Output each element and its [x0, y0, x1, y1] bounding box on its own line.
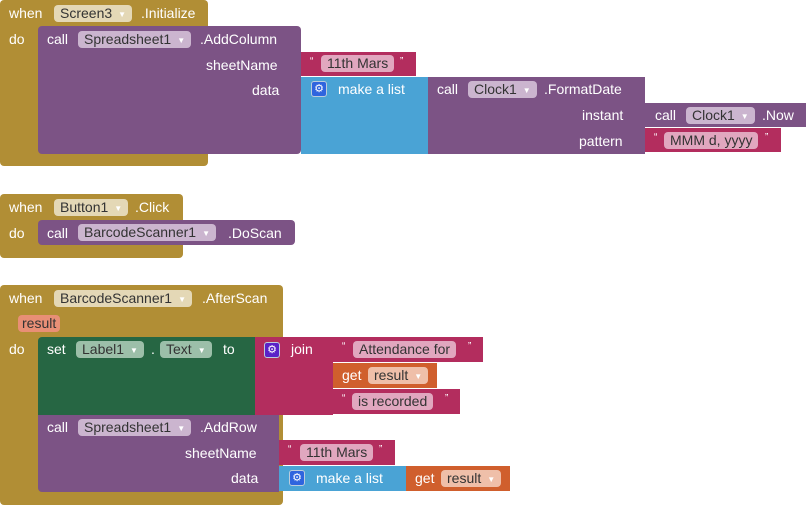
component-dropdown-barcodescanner1[interactable]: BarcodeScanner1 ▼	[54, 290, 192, 307]
param-label-instant: instant	[582, 107, 624, 123]
property-dropdown-text[interactable]: Text ▼	[160, 341, 212, 358]
when-label: when	[9, 199, 43, 215]
do-label: do	[9, 225, 25, 241]
method-name: .Now	[762, 107, 794, 123]
chevron-down-icon: ▼	[414, 372, 423, 381]
chevron-down-icon: ▼	[487, 475, 496, 484]
method-name: .FormatDate	[544, 81, 622, 97]
chevron-down-icon: ▼	[177, 36, 186, 45]
event-name: .Initialize	[141, 5, 196, 21]
join-label: join	[291, 341, 313, 357]
chevron-down-icon: ▼	[178, 295, 186, 304]
component-dropdown-clock1[interactable]: Clock1 ▼	[686, 107, 755, 124]
get-label: get	[342, 367, 362, 383]
open-quote-icon: “	[342, 393, 346, 404]
method-name: .AddColumn	[200, 31, 278, 47]
component-dropdown-barcodescanner1[interactable]: BarcodeScanner1 ▼	[78, 224, 216, 241]
text-block-is-recorded[interactable]: “ is recorded ”	[333, 389, 460, 414]
open-quote-icon: “	[342, 341, 346, 352]
call-block-clock-now[interactable]: call Clock1 ▼ .Now	[645, 103, 806, 127]
do-label: do	[9, 341, 25, 357]
chevron-down-icon: ▼	[114, 204, 123, 213]
text-block-sheetname[interactable]: “ 11th Mars ”	[279, 440, 395, 465]
chevron-down-icon: ▼	[118, 10, 127, 19]
call-block-addcolumn[interactable]: call Spreadsheet1 ▼ .AddColumn sheetName …	[38, 26, 301, 154]
param-label-pattern: pattern	[579, 133, 623, 149]
call-block-addrow[interactable]: call Spreadsheet1 ▼ .AddRow sheetName dat…	[38, 415, 279, 492]
component-dropdown-screen3[interactable]: Screen3 ▼	[54, 5, 133, 22]
open-quote-icon: “	[654, 132, 658, 143]
gear-icon[interactable]: ⚙	[264, 342, 280, 358]
make-list-label: make a list	[338, 81, 405, 97]
chevron-down-icon: ▼	[197, 346, 206, 355]
event-parameter-result[interactable]: result	[18, 315, 61, 332]
join-block[interactable]: ⚙ join	[255, 337, 333, 415]
close-quote-icon: ”	[400, 56, 404, 67]
chevron-down-icon: ▼	[522, 86, 531, 95]
make-list-label: make a list	[316, 470, 383, 486]
method-name: .AddRow	[200, 419, 257, 435]
when-label: when	[9, 5, 43, 21]
call-block-doscan[interactable]: call BarcodeScanner1 ▼ .DoScan	[38, 220, 295, 245]
call-label: call	[47, 419, 69, 435]
call-block-formatdate[interactable]: call Clock1 ▼ .FormatDate instant pattern	[428, 77, 645, 154]
event-name: .AfterScan	[202, 290, 268, 306]
text-field-pattern[interactable]: MMM d, yyyy	[664, 132, 759, 149]
make-list-block[interactable]: ⚙ make a list	[279, 466, 406, 491]
call-label: call	[47, 225, 69, 241]
do-label: do	[9, 31, 25, 47]
get-label: get	[415, 470, 435, 486]
component-dropdown-clock1[interactable]: Clock1 ▼	[468, 81, 537, 98]
chevron-down-icon: ▼	[177, 424, 186, 433]
call-label: call	[47, 31, 69, 47]
dot-label: .	[151, 341, 155, 357]
component-dropdown-spreadsheet1[interactable]: Spreadsheet1 ▼	[78, 31, 192, 48]
text-field-sheetname[interactable]: 11th Mars	[321, 55, 395, 72]
component-dropdown-spreadsheet1[interactable]: Spreadsheet1 ▼	[78, 419, 192, 436]
gear-icon[interactable]: ⚙	[289, 470, 305, 486]
text-block-sheetname[interactable]: “ 11th Mars ”	[301, 52, 416, 76]
gear-icon[interactable]: ⚙	[311, 81, 327, 97]
text-field-sheetname[interactable]: 11th Mars	[300, 444, 374, 461]
get-block-result[interactable]: get result ▼	[406, 466, 510, 491]
text-field-is-recorded[interactable]: is recorded	[352, 393, 434, 410]
param-label-data: data	[252, 82, 280, 98]
make-list-block[interactable]: ⚙ make a list	[301, 77, 428, 154]
component-dropdown-label1[interactable]: Label1 ▼	[76, 341, 144, 358]
close-quote-icon: ”	[379, 444, 383, 455]
event-name: .Click	[135, 199, 170, 215]
text-block-attendance-for[interactable]: “ Attendance for ”	[333, 337, 483, 362]
variable-dropdown-result[interactable]: result ▼	[441, 470, 502, 487]
chevron-down-icon: ▼	[202, 229, 210, 238]
set-block-label1-text[interactable]: set Label1 ▼ . Text ▼ to	[38, 337, 255, 415]
text-field-attendance-for[interactable]: Attendance for	[353, 341, 457, 358]
component-dropdown-button1[interactable]: Button1 ▼	[54, 199, 129, 216]
chevron-down-icon: ▼	[130, 346, 138, 355]
close-quote-icon: ”	[468, 341, 472, 352]
close-quote-icon: ”	[445, 393, 449, 404]
set-label: set	[47, 341, 66, 357]
open-quote-icon: “	[310, 56, 314, 67]
to-label: to	[223, 341, 235, 357]
param-label-sheetname: sheetName	[185, 445, 257, 461]
chevron-down-icon: ▼	[740, 112, 749, 121]
call-label: call	[437, 81, 459, 97]
method-name: .DoScan	[228, 225, 282, 241]
variable-dropdown-result[interactable]: result ▼	[368, 367, 429, 384]
param-label-data: data	[231, 470, 259, 486]
open-quote-icon: “	[288, 444, 292, 455]
text-block-pattern[interactable]: “ MMM d, yyyy ”	[645, 128, 781, 152]
call-label: call	[655, 107, 677, 123]
when-label: when	[9, 290, 43, 306]
close-quote-icon: ”	[765, 132, 769, 143]
param-label-sheetname: sheetName	[206, 57, 278, 73]
get-block-result[interactable]: get result ▼	[333, 363, 437, 388]
